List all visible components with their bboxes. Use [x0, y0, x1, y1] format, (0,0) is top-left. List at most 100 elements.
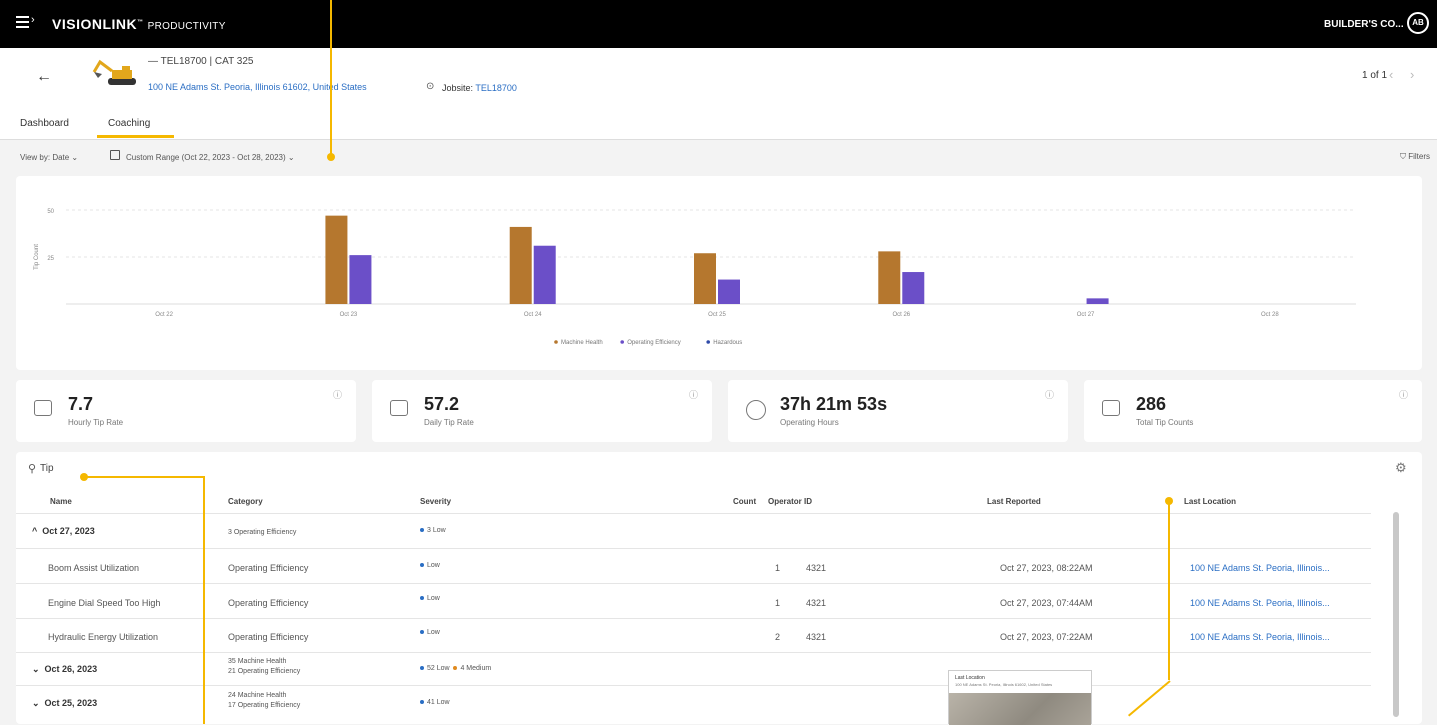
stat-card-operating-hours: 37h 21m 53s Operating Hours ⓘ [728, 380, 1068, 442]
row-operator: 4321 [806, 632, 827, 642]
callout-line [1168, 500, 1170, 680]
group-severity: 3 Low [420, 526, 446, 536]
bar-operating-efficiency [1086, 298, 1109, 304]
group-category: 35 Machine Health 21 Operating Efficiency [228, 658, 301, 675]
row-category: Operating Efficiency [228, 632, 309, 642]
y-axis-label: Tip Count [34, 244, 40, 270]
row-category: Operating Efficiency [228, 563, 309, 573]
filters-button[interactable]: ⛉ Filters [1400, 152, 1430, 162]
stat-value: 37h 21m 53s [780, 394, 888, 414]
row-name: Hydraulic Energy Utilization [48, 632, 159, 642]
x-tick-label: Oct 25 [708, 312, 726, 318]
info-icon[interactable]: ⓘ [689, 388, 698, 401]
bar-machine-health [509, 226, 532, 304]
gear-icon[interactable]: ⚙ [1395, 460, 1407, 476]
group-row-toggle[interactable]: ⌄ Oct 25, 2023 [32, 698, 97, 709]
x-tick-label: Oct 27 [1077, 312, 1095, 318]
column-header-operator-id[interactable]: Operator ID [768, 497, 812, 506]
calendar-icon [390, 400, 408, 416]
prev-page-button[interactable]: ‹ [1389, 67, 1393, 82]
bar-machine-health [325, 215, 348, 304]
stat-label: Operating Hours [780, 418, 839, 427]
legend-label: Hazardous [713, 340, 742, 346]
group-category: 24 Machine Health 17 Operating Efficiency [228, 692, 301, 709]
tab-dashboard[interactable]: Dashboard [20, 118, 69, 129]
column-header-last-reported[interactable]: Last Reported [987, 497, 1041, 506]
row-operator: 4321 [806, 598, 827, 608]
row-last-reported: Oct 27, 2023, 08:22AM [1000, 563, 1093, 573]
row-last-reported: Oct 27, 2023, 07:44AM [1000, 598, 1093, 608]
x-tick-label: Oct 24 [524, 312, 542, 318]
info-icon[interactable]: ⓘ [333, 388, 342, 401]
asset-name: — TEL18700 | CAT 325 [148, 56, 254, 67]
row-severity: Low [420, 594, 440, 604]
asset-address-link[interactable]: 100 NE Adams St. Peoria, Illinois 61602,… [148, 82, 367, 92]
group-row-toggle[interactable]: ⌄ Oct 26, 2023 [32, 664, 97, 675]
stat-value: 7.7 [68, 394, 94, 414]
tab-coaching[interactable]: Coaching [108, 118, 150, 129]
stat-card-hourly-tip-rate: 7.7 Hourly Tip Rate ⓘ [16, 380, 356, 442]
column-header-count[interactable]: Count [733, 497, 756, 506]
x-tick-label: Oct 22 [155, 312, 173, 318]
stat-label: Hourly Tip Rate [68, 418, 124, 427]
row-count: 2 [775, 632, 781, 642]
y-tick-label: 50 [47, 209, 54, 215]
row-severity: Low [420, 561, 440, 571]
avatar[interactable]: AB [1407, 12, 1429, 34]
filter-icon: ⛉ [1400, 152, 1406, 161]
y-tick-label: 25 [47, 256, 54, 262]
x-tick-label: Oct 26 [892, 312, 910, 318]
column-header-category[interactable]: Category [228, 497, 263, 506]
row-name: Engine Dial Speed Too High [48, 598, 161, 608]
stat-label: Total Tip Counts [1136, 418, 1194, 427]
back-arrow-icon[interactable]: ← [36, 68, 52, 86]
stat-value: 286 [1136, 394, 1167, 414]
row-location-link[interactable]: 100 NE Adams St. Peoria, Illinois... [1190, 598, 1330, 608]
company-switcher[interactable]: BUILDER'S CO... [1324, 19, 1404, 30]
divider [16, 685, 1371, 686]
bar-machine-health [878, 251, 901, 304]
next-page-button[interactable]: › [1410, 67, 1414, 82]
info-icon[interactable]: ⓘ [1399, 388, 1408, 401]
callout-line [203, 476, 205, 724]
tips-icon [1102, 400, 1120, 416]
legend-marker [554, 340, 558, 344]
column-header-last-location[interactable]: Last Location [1184, 497, 1236, 506]
row-severity: Low [420, 628, 440, 638]
legend-label: Machine Health [561, 340, 603, 346]
column-header-severity[interactable]: Severity [420, 497, 451, 506]
group-row-toggle[interactable]: ^ Oct 27, 2023 [32, 526, 95, 536]
search-input[interactable] [40, 463, 100, 474]
clock-icon [746, 400, 766, 420]
row-location-link[interactable]: 100 NE Adams St. Peoria, Illinois... [1190, 632, 1330, 642]
row-location-link[interactable]: 100 NE Adams St. Peoria, Illinois... [1190, 563, 1330, 573]
legend-label: Operating Efficiency [627, 340, 681, 346]
hamburger-menu-icon[interactable] [16, 16, 30, 31]
callout-dot [80, 473, 88, 481]
bar-operating-efficiency [718, 279, 740, 304]
bar-operating-efficiency [533, 245, 556, 304]
table-scrollbar[interactable] [1393, 512, 1399, 717]
tip-count-chart: 50 25 Tip Count Oct 22 Oct 23 Oct 24 Oct 25 Oct… [16, 176, 1422, 370]
tips-icon [34, 400, 52, 416]
group-category: 3 Operating Efficiency [228, 529, 297, 536]
menu-arrow-icon: › [31, 14, 35, 26]
view-by-dropdown[interactable]: View by: Date ⌄ [20, 153, 78, 162]
jobsite-link[interactable]: TEL18700 [475, 83, 517, 93]
map-popup-title: Last Location [955, 675, 985, 681]
location-map-popup[interactable]: Last Location 100 NE Adams St. Peoria, I… [948, 670, 1092, 725]
group-severity: 52 Low 4 Medium [420, 664, 491, 674]
stat-card-total-tip-counts: 286 Total Tip Counts ⓘ [1084, 380, 1422, 442]
row-operator: 4321 [806, 563, 827, 573]
search-icon: ⚲ [28, 463, 37, 475]
date-range-dropdown[interactable]: Custom Range (Oct 22, 2023 - Oct 28, 202… [126, 153, 295, 162]
excavator-image [92, 59, 136, 85]
info-icon[interactable]: ⓘ [1045, 388, 1054, 401]
callout-dot [1165, 497, 1173, 505]
top-bar: › VISIONLINK™ PRODUCTIVITY BUILDER'S CO..… [0, 0, 1437, 48]
column-header-name[interactable]: Name [50, 497, 72, 506]
active-tab-indicator [97, 135, 174, 138]
brand-logo[interactable]: VISIONLINK™ PRODUCTIVITY [52, 16, 226, 32]
callout-line [330, 0, 332, 156]
row-category: Operating Efficiency [228, 598, 309, 608]
